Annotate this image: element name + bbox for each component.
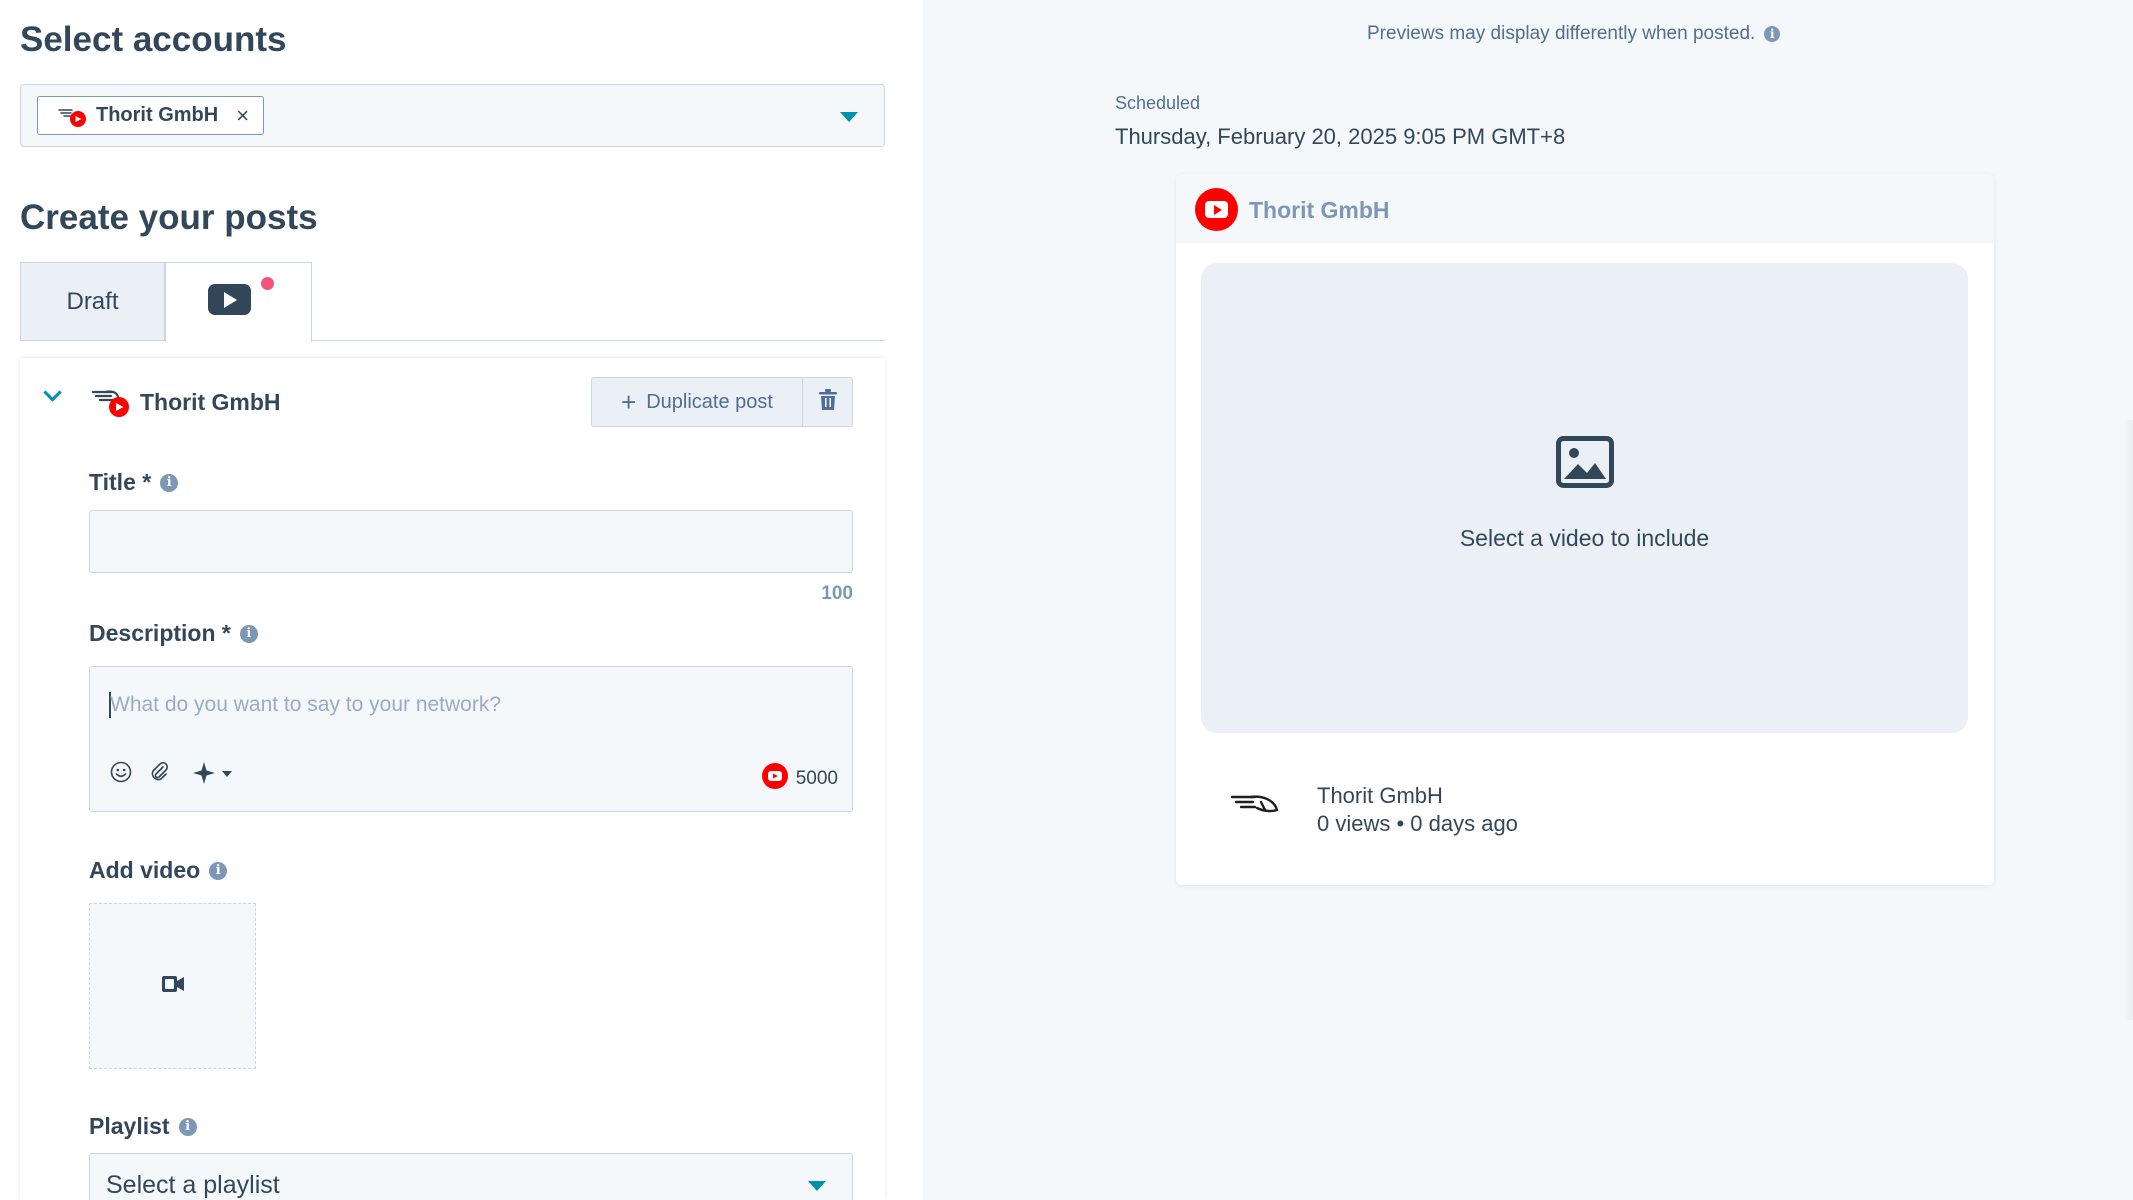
youtube-icon bbox=[208, 284, 251, 315]
playlist-select[interactable]: Select a playlist bbox=[89, 1153, 853, 1200]
thorit-logo-icon bbox=[1230, 792, 1281, 821]
playlist-label: Playlist i bbox=[89, 1113, 197, 1140]
plus-icon: + bbox=[621, 387, 637, 417]
emoji-icon[interactable] bbox=[110, 761, 132, 788]
title-label-text: Title * bbox=[89, 469, 152, 495]
thorit-logo-icon bbox=[58, 107, 88, 133]
info-icon[interactable]: i bbox=[239, 624, 258, 643]
youtube-preview-card: Thorit GmbH Select a video to include Th… bbox=[1176, 174, 1994, 885]
preview-media-placeholder: Select a video to include bbox=[1201, 263, 1968, 733]
preview-media-text: Select a video to include bbox=[1459, 525, 1710, 551]
duplicate-post-button[interactable]: + Duplicate post bbox=[591, 377, 803, 427]
post-editor-card: Thorit GmbH + Duplicate post Title * i 1… bbox=[20, 358, 885, 1200]
info-icon[interactable]: i bbox=[209, 861, 228, 880]
composer-panel: Select accounts Thorit GmbH × Create you… bbox=[0, 0, 923, 1200]
create-posts-heading: Create your posts bbox=[20, 198, 318, 237]
select-accounts-heading: Select accounts bbox=[20, 20, 287, 59]
image-icon bbox=[1556, 436, 1614, 493]
account-chip-label: Thorit GmbH bbox=[96, 104, 219, 126]
trash-icon bbox=[818, 388, 837, 416]
post-account-name: Thorit GmbH bbox=[140, 389, 281, 415]
add-video-dropzone[interactable] bbox=[89, 903, 256, 1069]
video-camera-icon bbox=[161, 975, 184, 997]
delete-post-button[interactable] bbox=[803, 377, 853, 427]
alert-dot bbox=[261, 277, 274, 290]
chevron-down-icon[interactable] bbox=[840, 112, 858, 122]
title-char-count: 100 bbox=[821, 583, 853, 604]
scheduled-label: Scheduled bbox=[1115, 93, 1201, 113]
chevron-down-icon bbox=[808, 1181, 826, 1191]
add-video-label-text: Add video bbox=[89, 857, 201, 883]
account-chip: Thorit GmbH × bbox=[37, 96, 265, 135]
info-icon[interactable]: i bbox=[160, 473, 179, 492]
preview-account-name: Thorit GmbH bbox=[1249, 197, 1390, 223]
duplicate-post-label: Duplicate post bbox=[646, 390, 773, 413]
playlist-select-value: Select a playlist bbox=[106, 1171, 280, 1199]
info-icon[interactable]: i bbox=[1764, 26, 1781, 42]
youtube-icon bbox=[761, 763, 788, 795]
description-label: Description * i bbox=[89, 620, 258, 647]
description-label-text: Description * bbox=[89, 620, 231, 646]
account-select[interactable]: Thorit GmbH × bbox=[20, 84, 885, 147]
title-label: Title * i bbox=[89, 469, 179, 496]
tab-youtube[interactable] bbox=[165, 262, 312, 342]
side-drawer-edge bbox=[2123, 420, 2133, 1020]
scheduled-datetime: Thursday, February 20, 2025 9:05 PM GMT+… bbox=[1115, 124, 1566, 149]
description-placeholder: What do you want to say to your network? bbox=[110, 693, 502, 716]
description-char-count-value: 5000 bbox=[795, 768, 838, 789]
preview-panel: Previews may display differently when po… bbox=[923, 0, 2133, 1200]
preview-card-header: Thorit GmbH bbox=[1176, 174, 1994, 243]
description-char-count: 5000 bbox=[761, 763, 838, 795]
attachment-icon[interactable] bbox=[148, 761, 170, 788]
preview-video-stats: 0 views • 0 days ago bbox=[1317, 811, 1518, 836]
info-icon[interactable]: i bbox=[178, 1117, 197, 1136]
preview-note: Previews may display differently when po… bbox=[1367, 23, 1781, 45]
thorit-logo-icon bbox=[91, 388, 134, 423]
preview-channel-name: Thorit GmbH bbox=[1317, 783, 1443, 808]
title-input[interactable] bbox=[89, 510, 853, 573]
tab-draft[interactable]: Draft bbox=[20, 262, 165, 341]
youtube-icon bbox=[1195, 188, 1238, 231]
add-video-label: Add video i bbox=[89, 857, 228, 884]
remove-account-icon[interactable]: × bbox=[236, 103, 249, 129]
chevron-down-icon[interactable] bbox=[43, 383, 62, 402]
ai-assist-icon[interactable] bbox=[192, 761, 236, 790]
description-input[interactable]: What do you want to say to your network? bbox=[89, 666, 853, 812]
playlist-label-text: Playlist bbox=[89, 1113, 170, 1139]
preview-note-text: Previews may display differently when po… bbox=[1367, 23, 1756, 44]
